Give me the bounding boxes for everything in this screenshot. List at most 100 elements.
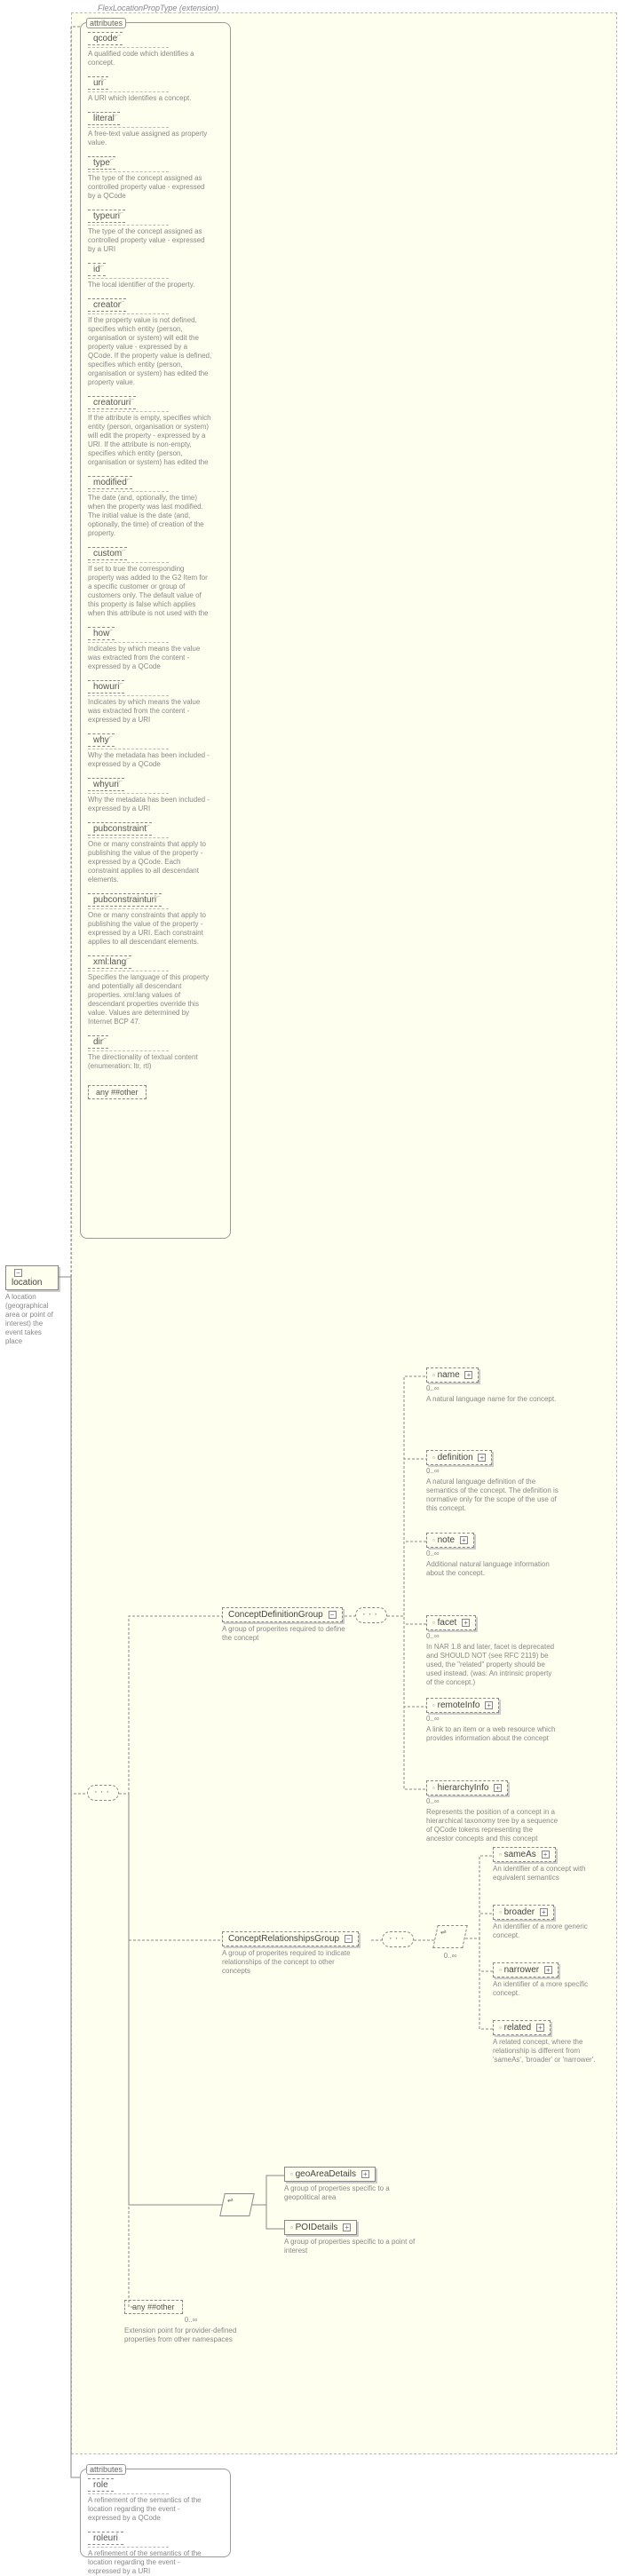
collapse-icon[interactable]: − [329, 1611, 337, 1619]
any-other-elem: any ##other 0..∞ Extension point for pro… [124, 2300, 258, 2344]
main-sequence [87, 1785, 119, 1803]
location-element[interactable]: − location [5, 1265, 59, 1290]
attr-desc: Indicates by which means the value was e… [88, 645, 212, 671]
attr-xml:lang: xml:lang⌐ Specifies the language of this… [88, 955, 223, 1026]
attr-name[interactable]: how⌐ [88, 627, 115, 640]
attr-desc: If the attribute is empty, specifies whi… [88, 414, 212, 467]
collapse-icon[interactable]: − [14, 1269, 22, 1277]
attr-howuri: howuri⌐ Indicates by which means the val… [88, 680, 223, 725]
name-element[interactable]: ▫ name + [426, 1367, 479, 1383]
attr-uri: uri⌐ A URI which identifies a concept. [88, 76, 223, 103]
attr-creatoruri: creatoruri⌐ If the attribute is empty, s… [88, 396, 223, 467]
geoAreaDetails-element[interactable]: ▫ geoAreaDetails + [284, 2167, 376, 2182]
choice-child-POIDetails: ▫ POIDetails + A group of properties spe… [284, 2220, 417, 2255]
attr-desc: One or many constraints that apply to pu… [88, 911, 212, 947]
attr-id: id⌐ The local identifier of the property… [88, 263, 223, 289]
broader-element[interactable]: ▫ broader + [493, 1905, 554, 1920]
location-desc: A location (geographical area or point o… [5, 1293, 59, 1346]
hierarchyInfo-element[interactable]: ▫ hierarchyInfo + [426, 1780, 508, 1795]
attr-name[interactable]: pubconstraint⌐ [88, 822, 152, 836]
crg-desc: A group of properites required to indica… [222, 1949, 355, 1976]
battr-roleuri: roleuri A refinement of the semantics of… [88, 2532, 223, 2576]
attr-name[interactable]: role [88, 2478, 114, 2492]
attr-literal: literal⌐ A free-text value assigned as p… [88, 112, 223, 147]
attr-desc: Specifies the language of this property … [88, 973, 212, 1026]
concept-relationships-group[interactable]: ConceptRelationshipsGroup − [222, 1931, 359, 1946]
expand-icon[interactable]: + [343, 2223, 351, 2231]
facet-element[interactable]: ▫ facet + [426, 1615, 476, 1630]
attr-why: why⌐ Why the metadata has been included … [88, 733, 223, 769]
bottom-attributes-header: attributes [86, 2464, 126, 2475]
attr-name[interactable]: qcode⌐ [88, 32, 123, 45]
attr-desc: The type of the concept assigned as cont… [88, 174, 212, 201]
attr-name[interactable]: creator⌐ [88, 298, 126, 312]
expand-icon[interactable]: + [361, 2170, 369, 2178]
attr-name[interactable]: roleuri [88, 2532, 123, 2545]
expand-icon[interactable]: + [542, 1851, 550, 1859]
attr-desc: A URI which identifies a concept. [88, 94, 212, 103]
related-element[interactable]: ▫ related + [493, 2020, 551, 2035]
attr-name[interactable]: dir⌐ [88, 1035, 108, 1049]
POIDetails-element[interactable]: ▫ POIDetails + [284, 2220, 357, 2235]
choice-child-geoAreaDetails: ▫ geoAreaDetails + A group of properties… [284, 2167, 417, 2202]
attr-desc: The local identifier of the property. [88, 281, 212, 289]
any-other-attr: any ##other [88, 1085, 147, 1099]
crg-child-related: ▫ related + A related concept, where the… [493, 2020, 608, 2065]
attr-name[interactable]: literal⌐ [88, 112, 120, 125]
attributes-box: attributes qcode⌐ A qualified code which… [80, 22, 231, 1239]
sameAs-element[interactable]: ▫ sameAs + [493, 1847, 556, 1862]
crg-sequence [382, 1931, 414, 1949]
attr-name[interactable]: uri⌐ [88, 76, 108, 90]
expand-icon[interactable]: + [540, 1908, 548, 1916]
expand-icon[interactable]: + [536, 2024, 544, 2032]
expand-icon[interactable]: + [494, 1784, 502, 1792]
crg-choice: ⇌ 0..∞ [435, 1925, 465, 1960]
attr-desc: If the property value is not defined, sp… [88, 316, 212, 387]
crg-node: ConceptRelationshipsGroup − A group of p… [222, 1931, 359, 1976]
attr-desc: Indicates by which means the value was e… [88, 698, 212, 725]
extension-type-label: FlexLocationPropType (extension) [98, 4, 218, 12]
expand-icon[interactable]: + [478, 1454, 486, 1462]
attr-name[interactable]: creatoruri⌐ [88, 396, 136, 409]
attr-desc: The date (and, optionally, the time) whe… [88, 494, 212, 538]
concept-definition-group[interactable]: ConceptDefinitionGroup − [222, 1607, 343, 1622]
attr-desc: If set to true the corresponding propert… [88, 565, 212, 618]
attr-name[interactable]: typeuri⌐ [88, 210, 125, 223]
attr-dir: dir⌐ The directionality of textual conte… [88, 1035, 223, 1071]
attr-name[interactable]: custom⌐ [88, 547, 127, 560]
attr-name[interactable]: why⌐ [88, 733, 115, 747]
attr-name[interactable]: modified⌐ [88, 476, 132, 489]
note-element[interactable]: ▫ note + [426, 1533, 474, 1548]
battr-role: role A refinement of the semantics of th… [88, 2478, 223, 2523]
expand-icon[interactable]: + [460, 1536, 468, 1544]
attr-desc: A free-text value assigned as property v… [88, 130, 212, 147]
cdg-child-hierarchyInfo: ▫ hierarchyInfo + 0..∞ Represents the po… [426, 1780, 559, 1843]
attr-name[interactable]: howuri⌐ [88, 680, 124, 694]
attr-name[interactable]: type⌐ [88, 156, 115, 170]
attr-name[interactable]: pubconstrainturi⌐ [88, 893, 162, 907]
attr-name[interactable]: whyuri⌐ [88, 778, 124, 791]
attr-desc: The type of the concept assigned as cont… [88, 227, 212, 254]
geo-choice: ⇌ [222, 2193, 252, 2218]
expand-icon[interactable]: + [544, 1966, 552, 1974]
narrower-element[interactable]: ▫ narrower + [493, 1962, 559, 1978]
bottom-attributes-box: attributes role A refinement of the sema… [80, 2469, 231, 2557]
attr-name[interactable]: xml:lang⌐ [88, 955, 131, 969]
root-element: − location A location (geographical area… [5, 1265, 59, 1346]
cdg-child-name: ▫ name + 0..∞ A natural language name fo… [426, 1367, 556, 1404]
expand-icon[interactable]: + [464, 1371, 472, 1379]
attr-how: how⌐ Indicates by which means the value … [88, 627, 223, 671]
crg-child-sameAs: ▫ sameAs + An identifier of a concept wi… [493, 1847, 608, 1882]
remoteInfo-element[interactable]: ▫ remoteInfo + [426, 1698, 499, 1713]
attr-name[interactable]: id⌐ [88, 263, 106, 276]
attr-pubconstrainturi: pubconstrainturi⌐ One or many constraint… [88, 893, 223, 947]
attr-desc: Why the metadata has been included - exp… [88, 796, 212, 813]
attr-whyuri: whyuri⌐ Why the metadata has been includ… [88, 778, 223, 813]
definition-element[interactable]: ▫ definition + [426, 1450, 492, 1465]
attr-pubconstraint: pubconstraint⌐ One or many constraints t… [88, 822, 223, 884]
collapse-icon[interactable]: − [345, 1935, 353, 1943]
attr-desc: The directionality of textual content (e… [88, 1053, 212, 1071]
expand-icon[interactable]: + [462, 1619, 470, 1627]
expand-icon[interactable]: + [485, 1701, 493, 1709]
attr-custom: custom⌐ If set to true the corresponding… [88, 547, 223, 618]
